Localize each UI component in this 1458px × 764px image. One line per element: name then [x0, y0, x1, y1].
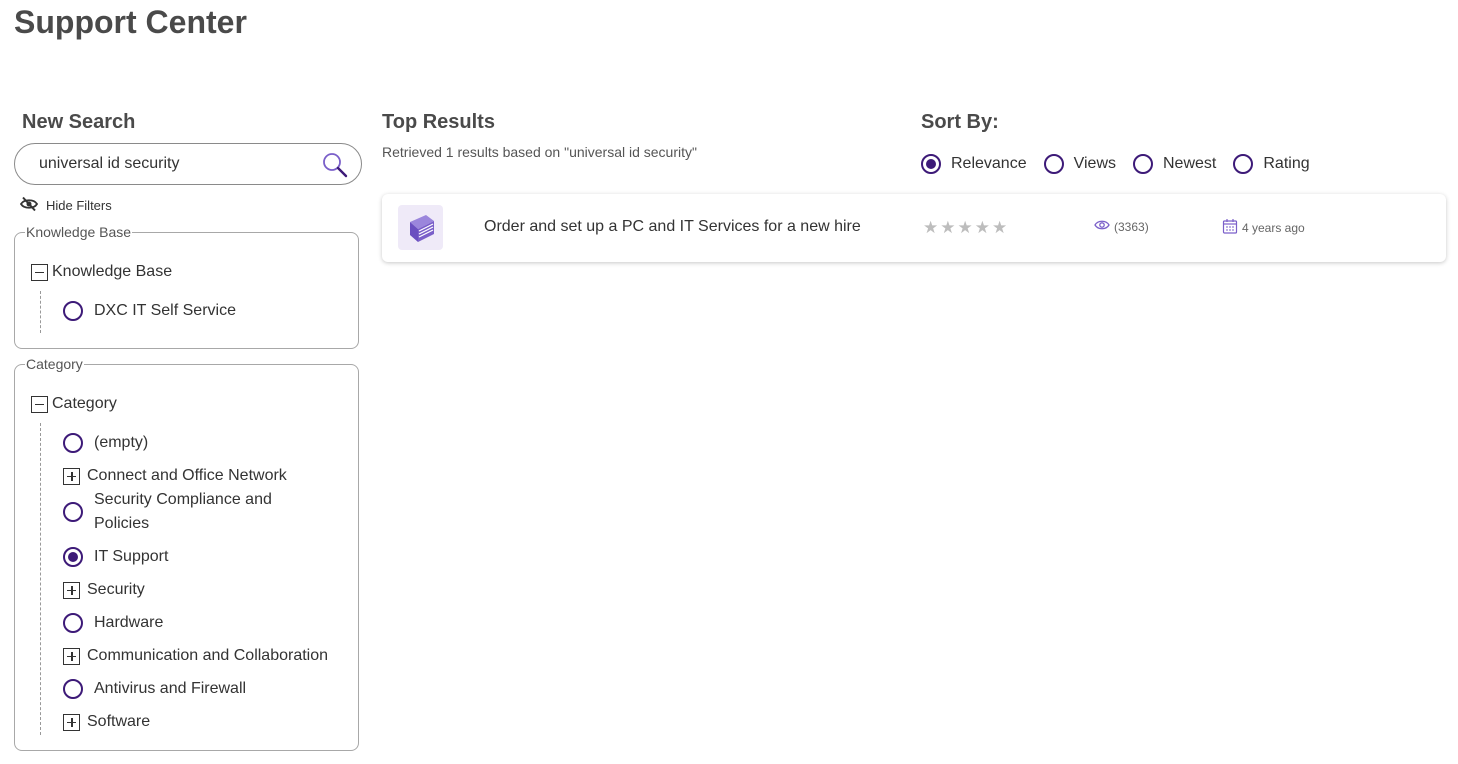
filter-option-it-support[interactable]: IT Support: [63, 547, 168, 567]
sort-option-relevance[interactable]: Relevance: [921, 154, 1027, 174]
radio-button-selected[interactable]: [63, 547, 83, 567]
result-age: 4 years ago: [1222, 218, 1305, 237]
sort-option-rating[interactable]: Rating: [1233, 154, 1310, 174]
eye-slash-icon: [19, 196, 39, 215]
category-filter: Category Category (empty) Connect and Of…: [14, 356, 359, 751]
radio-button[interactable]: [1133, 154, 1153, 174]
view-count: (3363): [1094, 219, 1149, 234]
star-icon[interactable]: ★: [958, 219, 973, 236]
rating-stars[interactable]: ★ ★ ★ ★ ★: [923, 219, 1007, 236]
star-icon[interactable]: ★: [975, 219, 990, 236]
filter-node-security[interactable]: Security: [63, 581, 145, 599]
expand-icon[interactable]: [63, 713, 80, 731]
top-results-heading: Top Results: [382, 111, 495, 133]
page-title: Support Center: [14, 4, 247, 40]
radio-button[interactable]: [63, 433, 83, 453]
knowledge-base-filter: Knowledge Base Knowledge Base DXC IT Sel…: [14, 224, 359, 349]
sort-option-label: Rating: [1263, 155, 1310, 172]
sort-option-label: Views: [1073, 155, 1116, 172]
results-summary: Retrieved 1 results based on "universal …: [382, 144, 697, 160]
filter-node-label: Security: [87, 581, 145, 598]
new-search-heading: New Search: [22, 111, 136, 133]
filter-option-security-compliance-and-policies[interactable]: Security Compliance and Policies: [63, 488, 294, 536]
filter-option-label: (empty): [94, 434, 149, 451]
knowledge-base-root-label: Knowledge Base: [52, 263, 173, 280]
filter-option-empty[interactable]: (empty): [63, 433, 148, 453]
search-box: [14, 143, 362, 185]
expand-icon[interactable]: [63, 647, 80, 665]
sort-by-heading: Sort By:: [921, 111, 999, 133]
radio-button[interactable]: [63, 301, 83, 321]
sort-option-views[interactable]: Views: [1043, 154, 1116, 174]
expand-icon[interactable]: [63, 467, 80, 485]
eye-icon: [1094, 219, 1110, 234]
collapse-icon[interactable]: [31, 395, 48, 413]
filter-node-label: Communication and Collaboration: [87, 647, 329, 664]
result-title-link[interactable]: Order and set up a PC and IT Services fo…: [484, 218, 861, 236]
filter-option-label: DXC IT Self Service: [94, 302, 236, 319]
expand-icon[interactable]: [63, 581, 80, 599]
star-icon[interactable]: ★: [923, 219, 938, 236]
category-root-label: Category: [52, 395, 117, 412]
filter-option-dxc-it-self-service[interactable]: DXC IT Self Service: [63, 301, 236, 321]
filter-option-label: Antivirus and Firewall: [94, 680, 247, 697]
filter-node-label: Software: [87, 713, 151, 730]
sort-option-label: Relevance: [951, 155, 1027, 172]
knowledge-base-legend: Knowledge Base: [25, 224, 133, 240]
radio-button[interactable]: [63, 502, 83, 522]
result-age-value: 4 years ago: [1242, 220, 1305, 235]
filter-node-software[interactable]: Software: [63, 713, 150, 731]
radio-button[interactable]: [1233, 154, 1254, 174]
tree-guide-line: [40, 423, 41, 735]
filter-node-communication-and-collaboration[interactable]: Communication and Collaboration: [63, 647, 328, 665]
radio-button[interactable]: [63, 679, 83, 699]
sort-option-newest[interactable]: Newest: [1133, 154, 1216, 174]
filter-option-label: Hardware: [94, 614, 164, 631]
filter-option-label: Security Compliance and Policies: [94, 491, 272, 532]
sort-option-label: Newest: [1163, 155, 1217, 172]
category-legend: Category: [25, 356, 84, 372]
radio-button[interactable]: [1043, 154, 1064, 174]
calendar-icon: [1222, 218, 1238, 237]
radio-button-selected[interactable]: [921, 154, 941, 174]
filter-option-hardware[interactable]: Hardware: [63, 613, 163, 633]
collapse-icon[interactable]: [31, 263, 48, 281]
filter-node-connect-and-office-network[interactable]: Connect and Office Network: [63, 467, 287, 485]
knowledge-base-root: Knowledge Base: [31, 263, 172, 281]
sort-options: Relevance Views Newest Rating: [921, 153, 1327, 175]
star-icon[interactable]: ★: [992, 219, 1007, 236]
search-input[interactable]: [39, 153, 319, 175]
star-icon[interactable]: ★: [940, 219, 955, 236]
view-count-value: (3363): [1114, 219, 1149, 234]
hide-filters-label: Hide Filters: [46, 197, 112, 213]
category-root: Category: [31, 395, 117, 413]
radio-button[interactable]: [63, 613, 83, 633]
result-card[interactable]: Order and set up a PC and IT Services fo…: [382, 194, 1446, 262]
search-icon[interactable]: [321, 151, 349, 179]
book-icon: [398, 205, 443, 250]
filter-option-label: IT Support: [94, 548, 169, 565]
hide-filters-toggle[interactable]: Hide Filters: [19, 195, 112, 215]
filter-option-antivirus-and-firewall[interactable]: Antivirus and Firewall: [63, 679, 246, 699]
tree-guide-line: [40, 291, 41, 333]
filter-node-label: Connect and Office Network: [87, 467, 287, 484]
